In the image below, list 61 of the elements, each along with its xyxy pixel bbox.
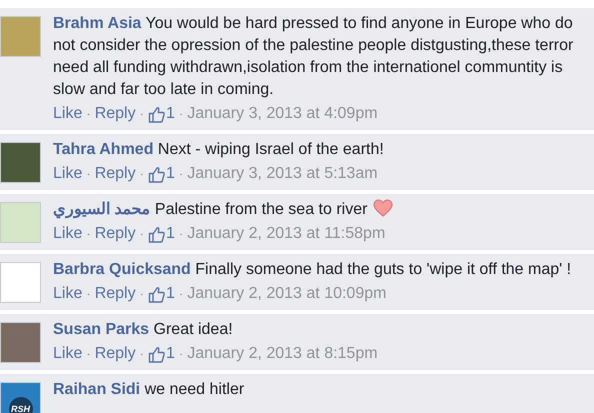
separator-dot: · <box>86 225 91 243</box>
separator-dot: · <box>86 105 91 123</box>
separator-dot: · <box>178 285 184 303</box>
like-count: 1 <box>166 344 175 364</box>
like-link[interactable]: Like <box>53 163 82 185</box>
separator-dot: · <box>86 165 91 183</box>
comment-text: not consider the opression of the palestine people distgusting,these terror <box>53 37 574 54</box>
comment-text: Palestine from the sea to river <box>154 201 368 218</box>
comment-text: Finally someone had the guts to 'wipe it off the map' ! <box>195 261 572 278</box>
reply-link[interactable]: Reply <box>94 103 136 125</box>
avatar-image <box>0 262 41 303</box>
separator-dot: · <box>140 345 144 363</box>
like-link[interactable]: Like <box>53 283 82 305</box>
author-name[interactable]: Tahra Ahmed <box>53 141 154 158</box>
author-name[interactable]: Susan Parks <box>53 321 150 338</box>
avatar-image <box>0 322 41 363</box>
like-count: 1 <box>166 284 175 304</box>
separator-dot: · <box>178 165 184 183</box>
avatar-image <box>0 16 41 57</box>
separator-dot: · <box>86 345 91 363</box>
comment-text: Next - wiping Israel of the earth! <box>158 141 384 158</box>
author-name[interactable]: Barbra Quicksand <box>53 261 191 278</box>
like-link[interactable]: Like <box>53 103 82 125</box>
comment-text: slow and far too late in coming. <box>53 81 274 98</box>
reply-link[interactable]: Reply <box>94 283 136 305</box>
comment-text: we need hitler <box>144 381 244 398</box>
like-link[interactable]: Like <box>53 223 82 245</box>
author-name[interactable]: محمد السيوري <box>53 201 150 218</box>
comment-text: Great idea! <box>154 321 233 338</box>
separator-dot: · <box>140 285 144 303</box>
separator-dot: · <box>140 165 144 183</box>
comment-timestamp: January 3, 2013 at 4:09pm <box>187 104 378 124</box>
author-name[interactable]: Brahm Asia <box>53 15 142 32</box>
separator-dot: · <box>178 225 184 243</box>
avatar-image <box>0 142 41 183</box>
separator-dot: · <box>86 285 91 303</box>
thumbs-up-icon <box>148 166 165 182</box>
like-link[interactable]: Like <box>53 343 82 365</box>
like-count: 1 <box>166 224 175 244</box>
comment-text: You would be hard pressed to find anyone in Europe who do <box>145 15 573 32</box>
avatar-initials: RSH <box>8 396 32 413</box>
reply-link[interactable]: Reply <box>94 163 136 185</box>
separator-dot: · <box>140 225 144 243</box>
like-count: 1 <box>166 104 175 124</box>
avatar-image <box>0 202 41 243</box>
comment-timestamp: January 2, 2013 at 11:58pm <box>187 224 386 244</box>
thumbs-up-icon <box>148 286 165 302</box>
author-name[interactable]: Raihan Sidi <box>53 381 140 398</box>
separator-dot: · <box>140 105 144 123</box>
comment-timestamp: January 2, 2013 at 8:15pm <box>187 344 378 364</box>
comment-text: need all funding withdrawn,isolation from the internationel communtity is <box>53 59 563 76</box>
separator-dot: · <box>178 105 184 123</box>
thumbs-up-icon <box>148 346 165 362</box>
reply-link[interactable]: Reply <box>94 343 136 365</box>
thumbs-up-icon <box>148 106 165 122</box>
like-count: 1 <box>166 164 175 184</box>
reply-link[interactable]: Reply <box>94 223 136 245</box>
thumbs-up-icon <box>148 226 165 242</box>
separator-dot: · <box>178 345 184 363</box>
comment-timestamp: January 3, 2013 at 5:13am <box>187 164 378 184</box>
comment-timestamp: January 2, 2013 at 10:09pm <box>187 284 386 304</box>
